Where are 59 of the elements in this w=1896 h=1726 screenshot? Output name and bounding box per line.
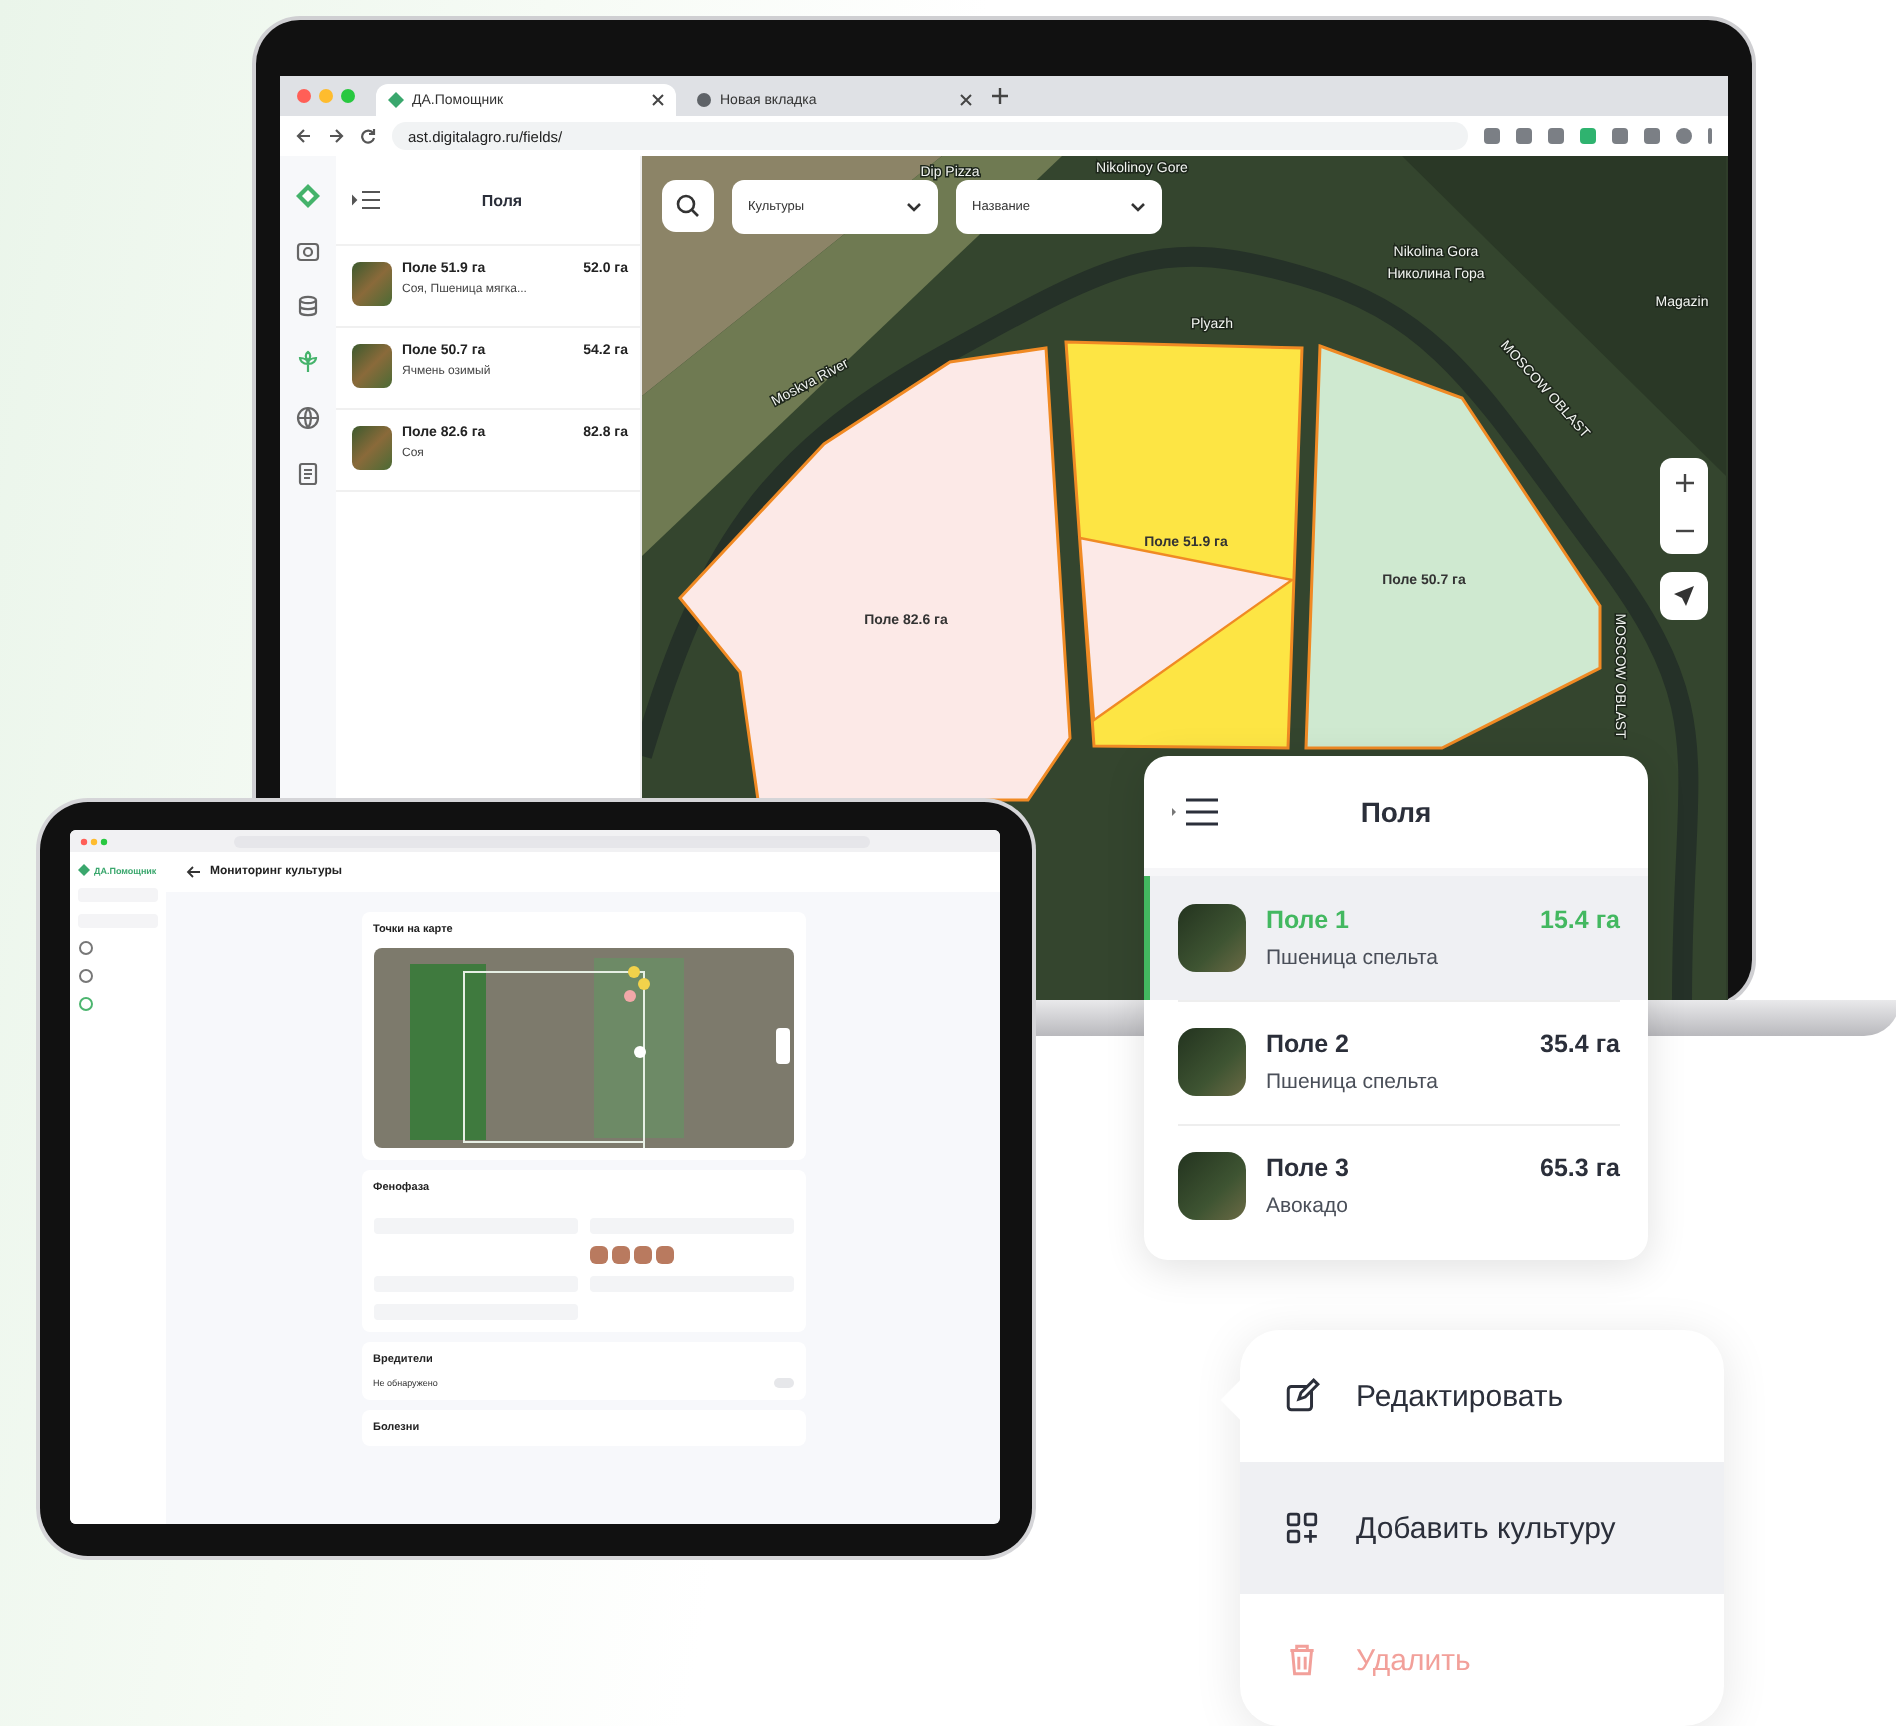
close-icon[interactable] [652, 94, 664, 106]
nav-icon[interactable] [78, 968, 94, 984]
field-name: Поле 1 [1266, 906, 1349, 934]
navigation-arrow-icon [1674, 586, 1694, 606]
nav-icon[interactable] [78, 996, 94, 1012]
book-icon[interactable] [294, 460, 322, 488]
field-section-polygon[interactable] [1078, 536, 1295, 723]
reload-icon[interactable] [360, 128, 376, 144]
forward-arrow-icon[interactable] [328, 128, 344, 144]
search-icon [676, 194, 700, 218]
field-thumbnail [352, 344, 392, 388]
add-grid-icon [1284, 1510, 1320, 1546]
field-thumbnail [1178, 1028, 1246, 1096]
window-controls[interactable] [296, 88, 356, 104]
chevron-down-icon [1130, 201, 1146, 213]
zoom-control[interactable] [1660, 458, 1708, 554]
field-crop: Пшеница спельта [1266, 946, 1440, 970]
plant-icon[interactable] [294, 348, 322, 376]
panel-title: Поля [479, 191, 525, 209]
menu-item[interactable]: Добавить культуру [1240, 1462, 1724, 1594]
back-arrow-icon[interactable] [186, 866, 200, 878]
field-list-item[interactable]: Поле 3 65.3 га Авокадо [1144, 1124, 1648, 1248]
field-name: Поле 3 [1266, 1154, 1349, 1182]
close-icon[interactable] [960, 94, 972, 106]
field-thumbnail [352, 426, 392, 470]
trash-icon [1284, 1642, 1320, 1678]
zoom-in-icon[interactable] [1675, 473, 1693, 491]
nav-icon[interactable] [78, 940, 94, 956]
back-arrow-icon[interactable] [296, 128, 312, 144]
field-crop: Авокадо [1266, 1194, 1350, 1218]
menu-item[interactable]: Редактировать [1240, 1330, 1724, 1462]
field-crop: Пшеница спельта [1266, 1070, 1440, 1094]
diamond-logo-icon [296, 184, 320, 208]
field-polygon[interactable] [1304, 343, 1602, 750]
field-thumbnail [1178, 1152, 1246, 1220]
menu-icon[interactable] [1172, 798, 1220, 826]
window-controls[interactable] [80, 837, 108, 845]
field-thumbnail [352, 262, 392, 306]
toggle-switch[interactable] [773, 1378, 793, 1388]
locate-button[interactable] [1660, 572, 1708, 620]
field-name: Поле 2 [1266, 1030, 1349, 1058]
chevron-down-icon [906, 201, 922, 213]
field-polygon[interactable] [678, 346, 1072, 802]
search-button[interactable] [662, 180, 714, 232]
globe-icon[interactable] [294, 404, 322, 432]
field-area: 35.4 га [1540, 1030, 1620, 1058]
edit-icon [1284, 1378, 1320, 1414]
database-icon[interactable] [294, 292, 322, 320]
diamond-logo-icon [388, 92, 404, 108]
menu-icon[interactable] [352, 190, 380, 210]
diamond-logo-icon [78, 864, 90, 876]
field-list-item[interactable]: Поле 2 35.4 га Пшеница спельта [1144, 1000, 1648, 1124]
globe-icon [696, 92, 712, 108]
panel-title: Поля [1358, 796, 1434, 828]
field-area: 15.4 га [1540, 906, 1620, 934]
field-area: 65.3 га [1540, 1154, 1620, 1182]
new-tab-icon[interactable] [992, 88, 1008, 104]
field-thumbnail [1178, 904, 1246, 972]
field-list-item[interactable]: Поле 1 15.4 га Пшеница спельта [1144, 876, 1648, 1000]
